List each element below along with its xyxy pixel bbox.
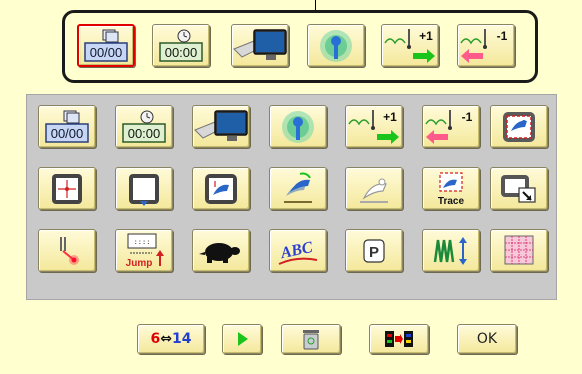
play-button[interactable] — [222, 324, 262, 354]
swap-from-text: 6 — [150, 331, 161, 347]
frame-check-icon — [205, 173, 237, 204]
frame-counter-icon: 00/00 — [45, 110, 89, 143]
abc-button[interactable]: ABC — [269, 229, 327, 272]
jump-label: Jump — [126, 258, 153, 269]
svg-text:::::: :::: — [134, 238, 151, 246]
zigzag-button[interactable] — [422, 229, 480, 272]
grid-pattern-button[interactable] — [490, 229, 548, 272]
needle-back-icon: -1 — [425, 109, 473, 144]
grid-timer-button[interactable]: 00:00 — [115, 105, 173, 148]
trash-button[interactable] — [281, 324, 341, 354]
monitor-button[interactable] — [231, 24, 289, 67]
needle-forward-icon: +1 — [348, 109, 399, 144]
frame-center-button[interactable] — [38, 167, 96, 210]
grid-needle-back-button[interactable]: -1 — [422, 105, 480, 148]
bird-rotate-button[interactable] — [269, 167, 327, 210]
grid-plus-one-text: +1 — [383, 110, 397, 124]
p-label: P — [369, 244, 379, 261]
monitor-icon — [233, 28, 287, 60]
needle-back-icon: -1 — [460, 28, 508, 63]
frame-check-button[interactable] — [192, 167, 250, 210]
bird-outline-icon — [360, 178, 388, 203]
wireless-icon — [282, 110, 314, 143]
plus-one-text: +1 — [419, 29, 433, 43]
minus-one-text: -1 — [497, 29, 508, 43]
color-change-icon — [385, 331, 413, 347]
abc-icon: ABC — [278, 238, 318, 265]
timer-icon: 00:00 — [159, 29, 203, 62]
grid-frame-counter-text: 00/00 — [51, 126, 84, 141]
play-icon — [238, 332, 248, 346]
color-change-button[interactable] — [369, 324, 429, 354]
function-grid-panel: 00/00 00:00 +1 -1 Trace:::: Jump ABC P — [26, 94, 557, 300]
swap-arrow-icon: ⇔ — [160, 331, 172, 347]
zigzag-icon — [433, 236, 467, 265]
needle-laser-button[interactable] — [38, 229, 96, 272]
grid-icon — [504, 235, 534, 264]
frame-counter-button[interactable]: 00/00 — [77, 24, 135, 67]
p-icon: P — [363, 238, 385, 263]
ok-button[interactable]: OK — [457, 324, 517, 354]
trace-button[interactable]: Trace — [422, 167, 480, 210]
needle-back-button[interactable]: -1 — [457, 24, 515, 67]
grid-minus-one-text: -1 — [462, 110, 473, 124]
grid-timer-text: 00:00 — [128, 126, 161, 141]
frame-bottom-button[interactable] — [115, 167, 173, 210]
wireless-button[interactable] — [307, 24, 365, 67]
embroidery-frame-icon — [503, 111, 535, 142]
turtle-icon — [199, 242, 240, 263]
ok-label: OK — [476, 331, 498, 347]
swap-to-text: 14 — [172, 331, 192, 347]
wireless-icon — [320, 29, 352, 62]
frame-bottom-icon — [129, 173, 159, 206]
turtle-button[interactable] — [192, 229, 250, 272]
frame-move-icon — [501, 174, 536, 203]
jump-icon: :::: Jump — [126, 233, 164, 269]
trace-icon: Trace — [438, 171, 465, 207]
monitor-icon — [194, 109, 248, 141]
jump-button[interactable]: :::: Jump — [115, 229, 173, 272]
grid-frame-counter-button[interactable]: 00/00 — [38, 105, 96, 148]
needle-forward-icon: +1 — [384, 28, 435, 63]
needle-laser-icon — [60, 236, 79, 265]
frame-move-button[interactable] — [490, 167, 548, 210]
frame-center-icon — [52, 173, 82, 204]
frame-counter-text: 00/00 — [90, 45, 123, 60]
trace-label: Trace — [438, 196, 465, 207]
p-button[interactable]: P — [345, 229, 403, 272]
top-divider-line — [315, 0, 316, 10]
bird-outline-button[interactable] — [345, 167, 403, 210]
trash-icon — [303, 330, 319, 350]
timer-button[interactable]: 00:00 — [152, 24, 210, 67]
timer-text: 00:00 — [165, 45, 198, 60]
grid-wireless-button[interactable] — [269, 105, 327, 148]
bird-rotate-icon — [284, 172, 312, 203]
frame-counter-icon: 00/00 — [84, 29, 128, 62]
needle-forward-button[interactable]: +1 — [381, 24, 439, 67]
embroidery-frame-button[interactable] — [490, 105, 548, 148]
grid-needle-forward-button[interactable]: +1 — [345, 105, 403, 148]
grid-monitor-button[interactable] — [192, 105, 250, 148]
swap-6-14-button[interactable]: 6 ⇔ 14 — [137, 324, 205, 354]
timer-icon: 00:00 — [122, 110, 166, 143]
quick-toolbar: 00/00 00:00 +1 -1 — [62, 10, 538, 83]
